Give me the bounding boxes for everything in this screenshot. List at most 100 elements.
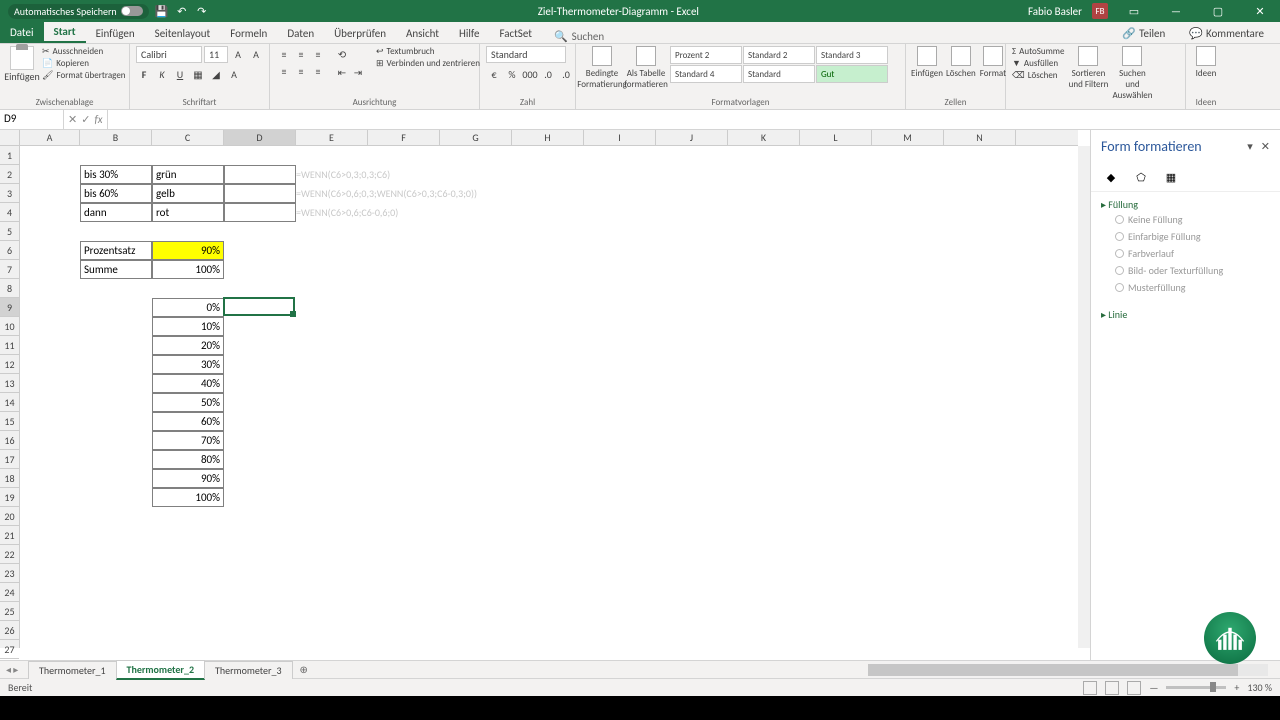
cell[interactable]: rot (152, 203, 224, 222)
row-header[interactable]: 20 (0, 507, 19, 526)
sort-filter-button[interactable]: Sortieren und Filtern (1068, 46, 1108, 90)
page-break-view-icon[interactable] (1127, 681, 1141, 695)
sheet-nav-icons[interactable]: ◂ ▸ (6, 663, 18, 676)
column-header[interactable]: H (512, 130, 584, 145)
user-badge[interactable]: FB (1092, 3, 1108, 19)
font-color-button[interactable]: A (226, 66, 242, 82)
sheet-tab[interactable]: Thermometer_3 (204, 661, 293, 679)
fill-option[interactable]: Einfarbige Füllung (1101, 228, 1270, 245)
format-as-table-button[interactable]: Als Tabelle formatieren (626, 46, 666, 90)
sheet-tab[interactable]: Thermometer_1 (28, 661, 117, 679)
cut-button[interactable]: ✂ Ausschneiden (42, 46, 126, 57)
copy-button[interactable]: 📄 Kopieren (42, 58, 126, 69)
tab-start[interactable]: Start (44, 22, 86, 43)
tab-daten[interactable]: Daten (277, 24, 324, 43)
formula-input[interactable] (108, 110, 1280, 129)
worksheet[interactable]: ABCDEFGHIJKLMN 1234567891011121314151617… (0, 130, 1090, 660)
size-tab-icon[interactable]: ▦ (1161, 167, 1181, 187)
fill-option[interactable]: Musterfüllung (1101, 279, 1270, 296)
row-header[interactable]: 23 (0, 564, 19, 583)
comments-button[interactable]: 💬Kommentare (1179, 24, 1274, 43)
row-header[interactable]: 9 (0, 298, 19, 317)
select-all-corner[interactable] (0, 130, 20, 146)
column-header[interactable]: J (656, 130, 728, 145)
ribbon-options-icon[interactable]: ▭ (1118, 0, 1150, 22)
column-header[interactable]: M (872, 130, 944, 145)
cell[interactable]: 90% (152, 469, 224, 488)
add-sheet-button[interactable]: ⊕ (292, 661, 316, 678)
zoom-slider[interactable] (1166, 686, 1226, 689)
row-header[interactable]: 5 (0, 222, 19, 241)
enter-formula-icon[interactable]: ✓ (81, 113, 90, 126)
cell[interactable]: 100% (152, 260, 224, 279)
autosum-button[interactable]: Σ AutoSumme (1012, 46, 1064, 57)
cancel-formula-icon[interactable]: ✕ (68, 113, 77, 126)
row-header[interactable]: 17 (0, 450, 19, 469)
delete-cells-button[interactable]: Löschen (946, 46, 976, 79)
cell[interactable]: 60% (152, 412, 224, 431)
format-cells-button[interactable]: Format (980, 46, 1006, 79)
cell[interactable]: 70% (152, 431, 224, 450)
column-header[interactable]: A (20, 130, 80, 145)
tab-factset[interactable]: FactSet (489, 24, 542, 43)
fill-option[interactable]: Keine Füllung (1101, 211, 1270, 228)
row-header[interactable]: 10 (0, 317, 19, 336)
row-header[interactable]: 15 (0, 412, 19, 431)
row-header[interactable]: 24 (0, 583, 19, 602)
cell[interactable] (224, 165, 296, 184)
vertical-scrollbar[interactable] (1078, 146, 1090, 648)
close-icon[interactable]: ✕ (1244, 0, 1276, 22)
thousands-button[interactable]: 000 (522, 66, 538, 82)
share-button[interactable]: 🔗Teilen (1112, 24, 1175, 43)
row-header[interactable]: 26 (0, 621, 19, 640)
maximize-icon[interactable]: ▢ (1202, 0, 1234, 22)
autosave-toggle[interactable]: Automatisches Speichern (8, 4, 149, 19)
fill-option[interactable]: Farbverlauf (1101, 245, 1270, 262)
row-header[interactable]: 27 (0, 640, 19, 659)
tab-seitenlayout[interactable]: Seitenlayout (145, 24, 221, 43)
undo-icon[interactable]: ↶ (175, 4, 189, 18)
column-header[interactable]: K (728, 130, 800, 145)
align-left[interactable]: ≡ (276, 63, 292, 79)
insert-cells-button[interactable]: Einfügen (912, 46, 942, 79)
paste-button[interactable]: Einfügen (6, 46, 38, 83)
dec-decimal[interactable]: .0 (558, 66, 574, 82)
increase-font-icon[interactable]: A (230, 47, 246, 63)
cell[interactable]: 20% (152, 336, 224, 355)
redo-icon[interactable]: ↷ (195, 4, 209, 18)
line-section-header[interactable]: ▸ Linie (1101, 308, 1270, 321)
user-name[interactable]: Fabio Basler (1028, 5, 1082, 18)
row-header[interactable]: 18 (0, 469, 19, 488)
cell[interactable]: bis 30% (80, 165, 152, 184)
conditional-format-button[interactable]: Bedingte Formatierung (582, 46, 622, 90)
fill-button[interactable]: ▼ Ausfüllen (1012, 58, 1064, 69)
row-header[interactable]: 22 (0, 545, 19, 564)
row-header[interactable]: 7 (0, 260, 19, 279)
cell[interactable]: gelb (152, 184, 224, 203)
cell[interactable]: dann (80, 203, 152, 222)
row-header[interactable]: 12 (0, 355, 19, 374)
normal-view-icon[interactable] (1083, 681, 1097, 695)
minimize-icon[interactable]: — (1160, 0, 1192, 22)
row-header[interactable]: 21 (0, 526, 19, 545)
orientation-button[interactable]: ⟲ (334, 46, 350, 62)
format-painter-button[interactable]: 🖌 Format übertragen (42, 70, 126, 81)
cell[interactable]: grün (152, 165, 224, 184)
cell[interactable]: 10% (152, 317, 224, 336)
fx-icon[interactable]: fx (94, 113, 102, 126)
sheet-tab[interactable]: Thermometer_2 (116, 660, 206, 680)
row-header[interactable]: 13 (0, 374, 19, 393)
cell-styles-gallery[interactable]: Prozent 2 Standard 2 Standard 3 Standard… (670, 46, 888, 83)
italic-button[interactable]: K (154, 66, 170, 82)
cell[interactable]: 0% (152, 298, 224, 317)
currency-button[interactable]: € (486, 66, 502, 82)
cell[interactable]: bis 60% (80, 184, 152, 203)
column-header[interactable]: G (440, 130, 512, 145)
font-name-select[interactable]: Calibri (136, 46, 202, 63)
effects-tab-icon[interactable]: ⬠ (1131, 167, 1151, 187)
find-select-button[interactable]: Suchen und Auswählen (1112, 46, 1152, 101)
tab-formeln[interactable]: Formeln (220, 24, 277, 43)
underline-button[interactable]: U (172, 66, 188, 82)
row-header[interactable]: 25 (0, 602, 19, 621)
row-header[interactable]: 14 (0, 393, 19, 412)
